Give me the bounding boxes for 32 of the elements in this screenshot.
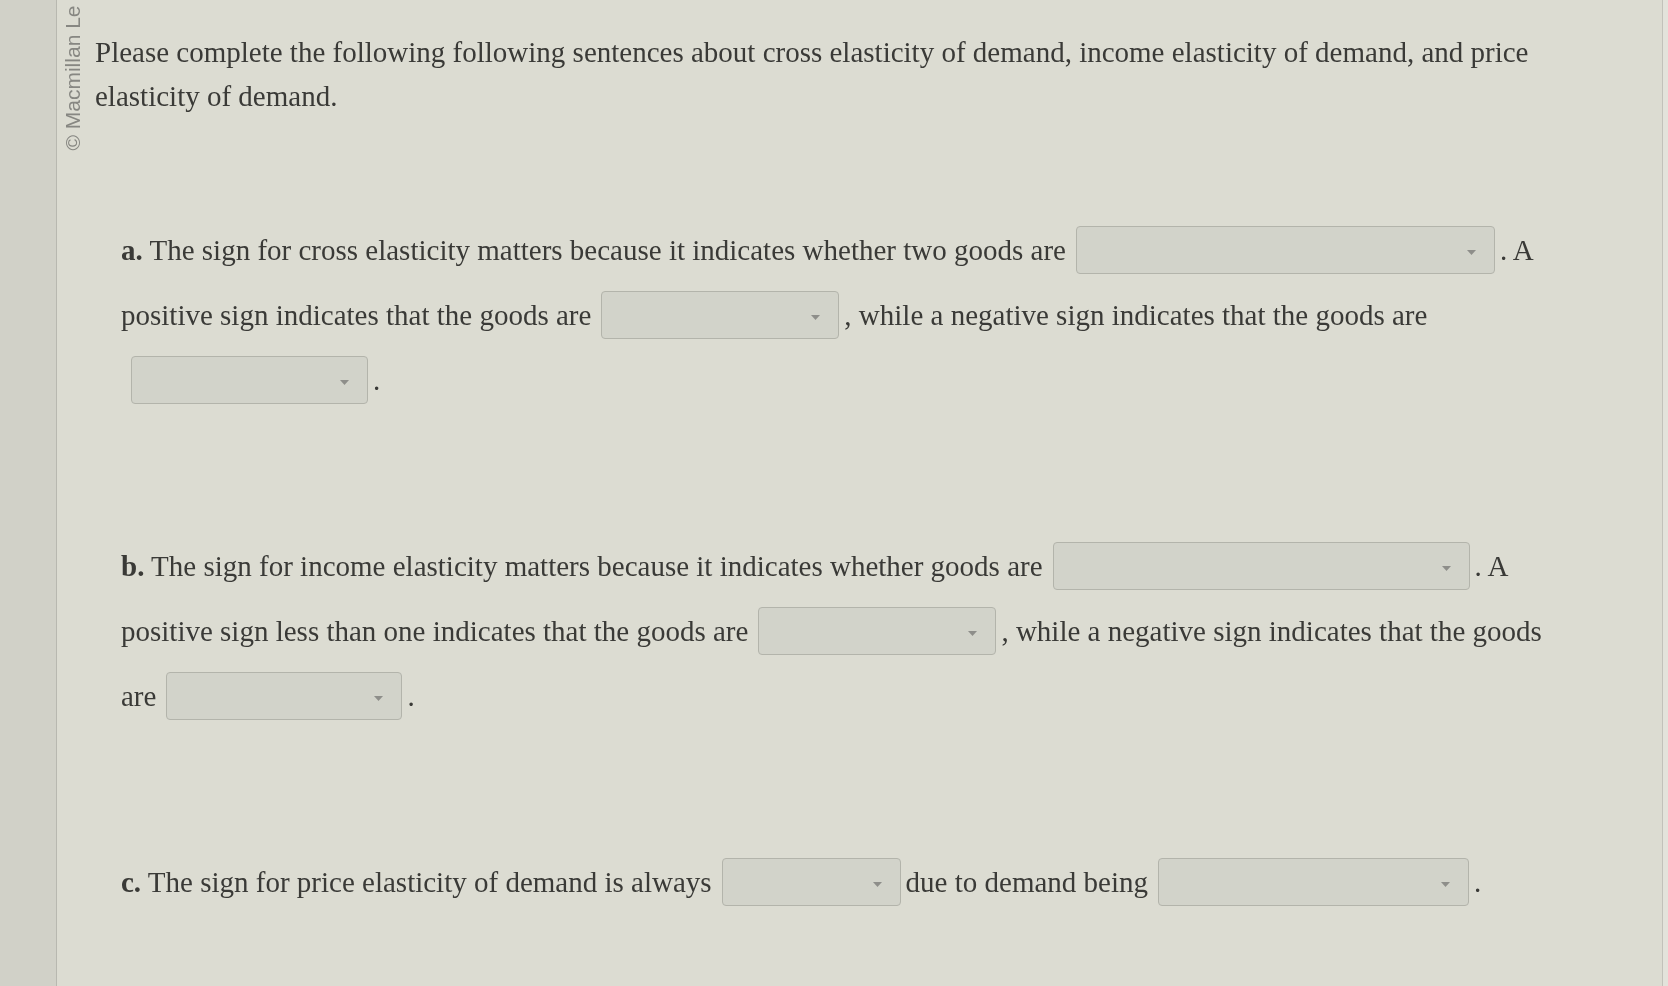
answer-dropdown[interactable] [166,671,403,720]
answer-dropdown[interactable] [601,290,840,339]
question-text: a. The sign for cross elasticity matters because it indicates whether two goods are [121,232,1066,267]
answer-dropdown[interactable] [758,606,997,655]
answer-dropdown[interactable] [721,857,901,906]
question-text: , while a negative sign indicates that the goods [1001,613,1542,648]
question-text: . [373,362,381,397]
question-text: b. The sign for income elasticity matters because it indicates whether goods are [121,548,1043,583]
question-text: . A [1499,232,1534,267]
answer-dropdown[interactable] [1158,857,1469,906]
question-text: positive sign indicates that the goods are [121,297,592,332]
caret-icon [1441,882,1450,887]
caret-icon [1441,566,1451,571]
copyright-text: © Macmillan Le [61,5,85,151]
caret-icon [811,315,821,320]
caret-icon [340,380,349,385]
caret-icon [872,882,882,887]
answer-dropdown[interactable] [1052,541,1470,590]
caret-icon [374,696,384,701]
question-text: positive sign less than one indicates that the goods are [121,613,749,648]
question-text: . A [1474,548,1509,583]
question-text: due to demand being [905,864,1148,899]
question-text: . [407,678,415,713]
question-text: c. The sign for price elasticity of demand is always [121,864,712,899]
caret-icon [968,631,978,636]
question-text: are [121,678,157,713]
caret-icon [1466,250,1476,255]
question-text: , while a negative sign indicates that the goods are [844,297,1428,332]
answer-dropdown[interactable] [1075,225,1495,274]
answer-dropdown[interactable] [131,355,368,404]
instructions-text: Please complete the following following sentences about cross elasticity of demand, income elasticity of demand, and price elasticity of demand. [95,35,1530,114]
question-text: . [1474,864,1482,899]
